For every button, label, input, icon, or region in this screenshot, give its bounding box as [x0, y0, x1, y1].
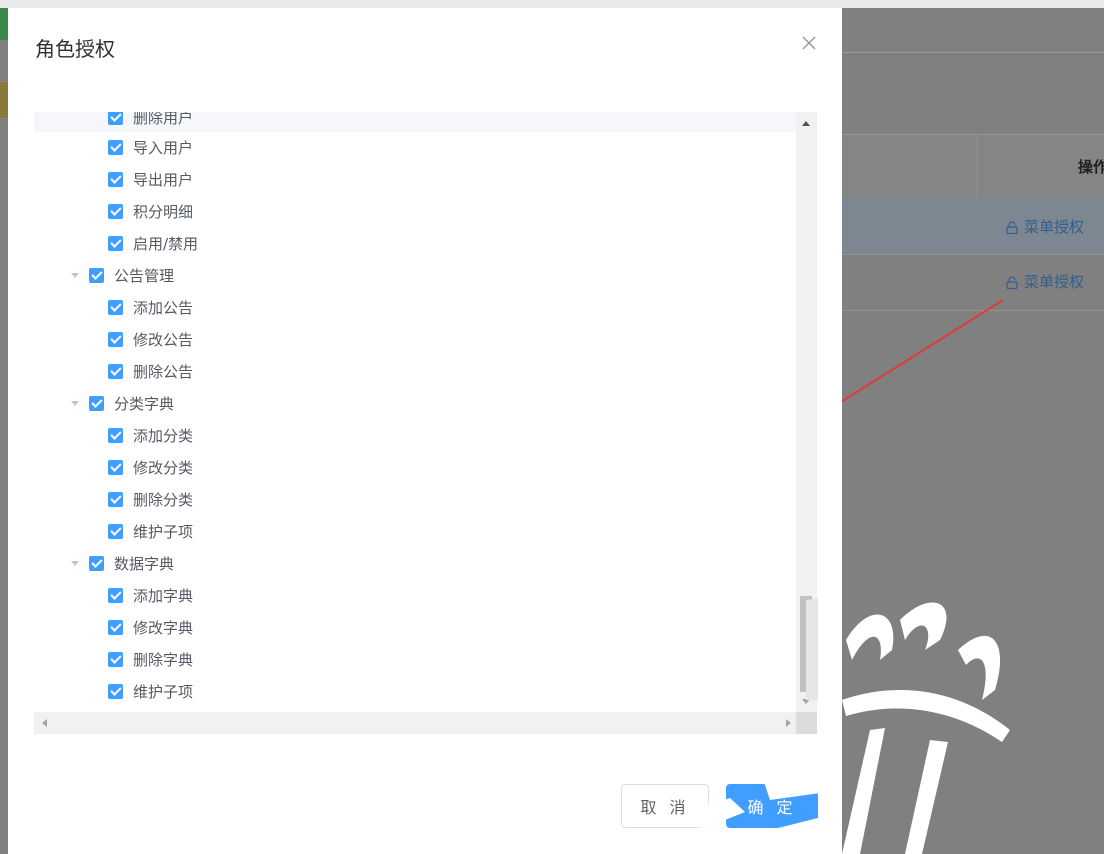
tree-node-label: 分类字典	[114, 394, 175, 413]
chevron-down-icon[interactable]	[71, 400, 79, 406]
tree-node[interactable]: 导入用户	[34, 132, 193, 162]
chevron-down-icon[interactable]	[71, 560, 79, 566]
checkbox-checked-icon[interactable]	[108, 363, 123, 379]
tree-node-label: 导出用户	[133, 170, 194, 189]
checkbox-checked-icon[interactable]	[108, 683, 123, 699]
dialog-title: 角色授权	[35, 37, 115, 61]
tree-node[interactable]: 删除公告	[34, 356, 193, 386]
tree-node[interactable]: 修改公告	[34, 324, 193, 354]
checkbox-checked-icon[interactable]	[108, 203, 123, 219]
tree-node[interactable]: 启用/禁用	[34, 228, 198, 258]
tree-node[interactable]: 导出用户	[34, 164, 193, 194]
tree-node-label: 删除字典	[133, 650, 194, 669]
permission-tree-container: 删除用户 导入用户 导出用户 积分明细 启用/禁用 公告管理 添加公告 修改公告…	[34, 112, 817, 734]
tree-node-group[interactable]: 数据字典	[34, 548, 174, 578]
scroll-left-icon[interactable]	[42, 719, 47, 727]
checkbox-checked-icon[interactable]	[108, 427, 123, 443]
tree-node-label: 维护子项	[133, 522, 194, 541]
tree-node[interactable]: 积分明细	[34, 196, 193, 226]
tree-node-label: 数据字典	[114, 554, 175, 573]
tree-node-label: 修改公告	[133, 330, 194, 349]
tree-node-label: 启用/禁用	[133, 234, 199, 253]
checkbox-checked-icon[interactable]	[108, 171, 123, 187]
checkbox-checked-icon[interactable]	[108, 331, 123, 347]
checkbox-checked-icon[interactable]	[89, 395, 104, 411]
checkbox-checked-icon[interactable]	[89, 555, 104, 571]
scroll-right-icon[interactable]	[786, 719, 791, 727]
horizontal-scrollbar[interactable]	[34, 712, 796, 734]
tree-node-label: 删除用户	[133, 112, 194, 127]
checkbox-checked-icon[interactable]	[108, 459, 123, 475]
tree-node[interactable]: 删除用户	[34, 112, 796, 132]
tree-node-group[interactable]: 分类字典	[34, 388, 174, 418]
cancel-button[interactable]: 取 消	[621, 784, 709, 828]
checkbox-checked-icon[interactable]	[108, 619, 123, 635]
tree-node[interactable]: 维护子项	[34, 516, 193, 546]
tree-node[interactable]: 添加公告	[34, 292, 193, 322]
tree-node-label: 添加公告	[133, 298, 194, 317]
vertical-scrollbar[interactable]	[796, 112, 817, 712]
tree-node-label: 修改分类	[133, 458, 194, 477]
tree-node[interactable]: 添加分类	[34, 420, 193, 450]
checkbox-checked-icon[interactable]	[108, 523, 123, 539]
permission-tree: 删除用户 导入用户 导出用户 积分明细 启用/禁用 公告管理 添加公告 修改公告…	[34, 112, 796, 712]
scrollbar-thumb[interactable]	[800, 596, 812, 692]
tree-node-label: 积分明细	[133, 202, 194, 221]
role-auth-dialog: 角色授权 删除用户 导入用户 导出用户 积分明细 启用/禁用 公告管理 添加公告…	[8, 8, 842, 854]
checkbox-checked-icon[interactable]	[108, 139, 123, 155]
chevron-down-icon[interactable]	[71, 272, 79, 278]
tree-node-label: 维护子项	[133, 682, 194, 701]
checkbox-checked-icon[interactable]	[108, 235, 123, 251]
tree-node-label: 导入用户	[133, 138, 194, 157]
confirm-button[interactable]: 确 定	[726, 784, 818, 828]
tree-node-label: 删除公告	[133, 362, 194, 381]
tree-node-group[interactable]: 公告管理	[34, 260, 174, 290]
tree-node[interactable]: 添加字典	[34, 580, 193, 610]
tree-node-label: 添加字典	[133, 586, 194, 605]
checkbox-checked-icon[interactable]	[108, 587, 123, 603]
close-icon[interactable]	[798, 32, 820, 54]
tree-node-label: 添加分类	[133, 426, 194, 445]
checkbox-checked-icon[interactable]	[108, 299, 123, 315]
tree-node[interactable]: 修改字典	[34, 612, 193, 642]
tree-node[interactable]: 修改分类	[34, 452, 193, 482]
scroll-down-icon[interactable]	[802, 699, 810, 704]
scrollbar-corner	[796, 712, 817, 734]
tree-node[interactable]: 删除分类	[34, 484, 193, 514]
checkbox-checked-icon[interactable]	[89, 267, 104, 283]
tree-node[interactable]: 维护子项	[34, 676, 193, 706]
tree-node-label: 公告管理	[114, 266, 175, 285]
checkbox-checked-icon[interactable]	[108, 112, 123, 125]
tree-node-label: 删除分类	[133, 490, 194, 509]
scroll-up-icon[interactable]	[802, 121, 810, 126]
checkbox-checked-icon[interactable]	[108, 651, 123, 667]
tree-node-label: 修改字典	[133, 618, 194, 637]
checkbox-checked-icon[interactable]	[108, 491, 123, 507]
tree-node[interactable]: 删除字典	[34, 644, 193, 674]
